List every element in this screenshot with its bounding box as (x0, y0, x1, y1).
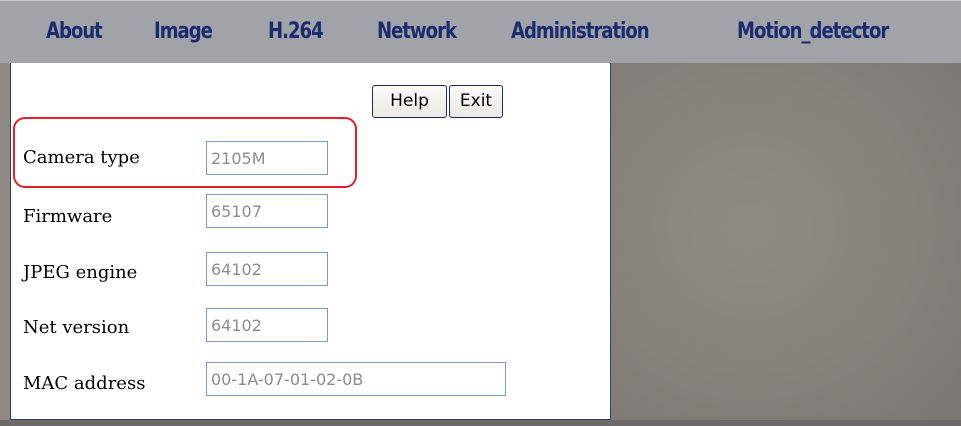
mac-address-field[interactable] (206, 362, 506, 396)
camera-type-field[interactable] (206, 141, 328, 175)
mac-address-label: MAC address (23, 373, 146, 394)
help-button[interactable]: Help (372, 85, 447, 118)
bottom-edge-strip (0, 420, 961, 426)
about-info-panel: Help Exit Camera type Firmware JPEG engi… (10, 63, 611, 420)
nav-item-image[interactable]: Image (154, 18, 213, 46)
jpeg-engine-label: JPEG engine (23, 262, 138, 283)
firmware-field[interactable] (206, 194, 328, 228)
camera-video-preview (611, 63, 961, 426)
nav-item-administration[interactable]: Administration (511, 18, 650, 46)
exit-button[interactable]: Exit (449, 85, 503, 118)
camera-type-label: Camera type (23, 147, 140, 168)
nav-item-about[interactable]: About (46, 18, 103, 46)
nav-item-h264[interactable]: H.264 (268, 18, 324, 46)
net-version-label: Net version (23, 317, 130, 338)
top-nav-bar: About Image H.264 Network Administration… (0, 0, 961, 63)
jpeg-engine-field[interactable] (206, 252, 328, 286)
nav-item-motion-detector[interactable]: Motion_detector (737, 18, 889, 46)
firmware-label: Firmware (23, 206, 113, 227)
net-version-field[interactable] (206, 308, 328, 342)
nav-item-network[interactable]: Network (377, 18, 457, 46)
